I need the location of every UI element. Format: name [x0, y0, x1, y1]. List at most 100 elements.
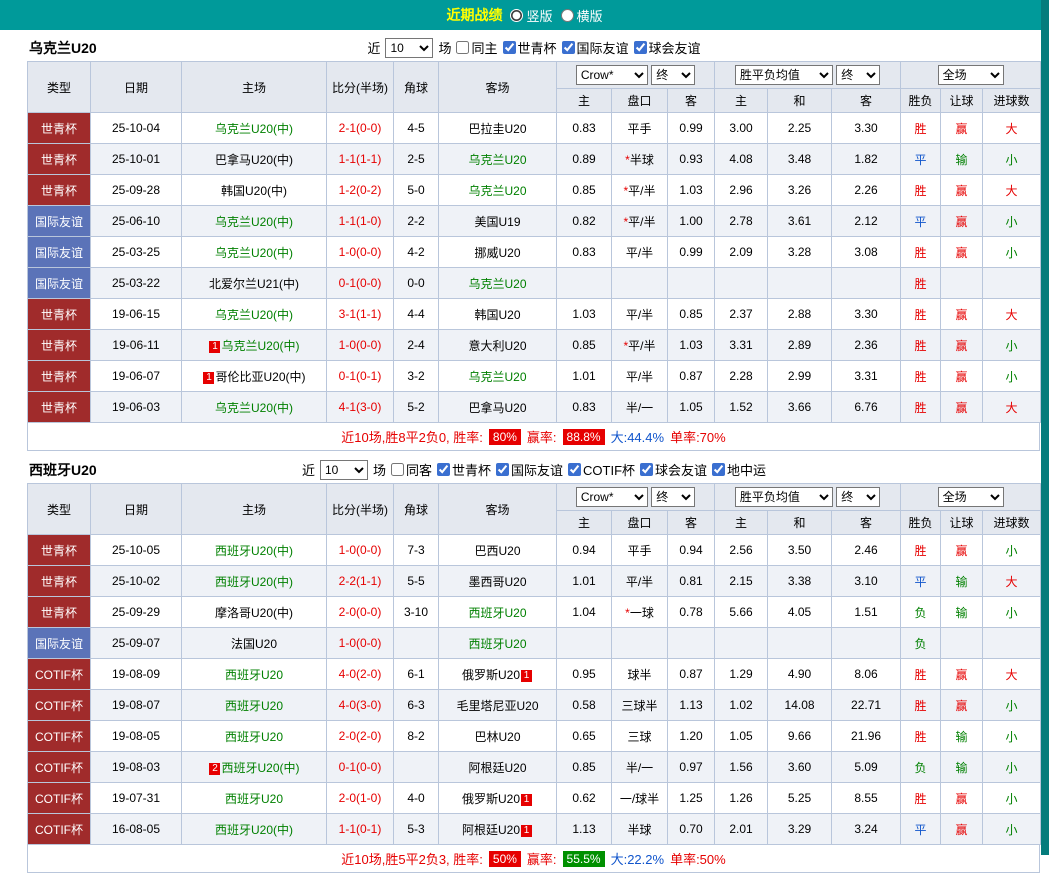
- orientation-radio-vertical[interactable]: 竖版: [510, 6, 552, 25]
- cell-score: 1-2(0-2): [327, 175, 394, 206]
- horizontal-radio-input[interactable]: [561, 9, 574, 22]
- cell-eu-home: 2.37: [715, 299, 768, 330]
- europe-stage-select[interactable]: 终: [836, 65, 880, 85]
- filter-checkbox-1[interactable]: 世青杯: [437, 460, 491, 479]
- filter-checkbox-1[interactable]: 世青杯: [503, 38, 557, 57]
- summary-bar: 近10场,胜8平2负0, 胜率:80%赢率:88.8%大:44.4%单率:70%: [27, 423, 1040, 451]
- filter-checkbox-input[interactable]: [503, 41, 516, 54]
- col-home: 主场: [182, 484, 327, 535]
- match-row: COTIF杯19-08-032西班牙U20(中)0-1(0-0)阿根廷U200.…: [28, 752, 1041, 783]
- cell-result: 胜: [901, 535, 941, 566]
- filter-checkbox-input[interactable]: [391, 463, 404, 476]
- odds-stage-select[interactable]: 终: [651, 487, 695, 507]
- odds-company-select[interactable]: Crow*: [576, 487, 648, 507]
- cell-corner: 3-2: [394, 361, 439, 392]
- filter-checkbox-3[interactable]: COTIF杯: [568, 460, 635, 479]
- cell-handicap-result: 输: [941, 144, 983, 175]
- filter-checkbox-5[interactable]: 地中运: [712, 460, 766, 479]
- filter-checkbox-input[interactable]: [456, 41, 469, 54]
- sub-col-8: 进球数: [983, 89, 1041, 113]
- filter-checkbox-input[interactable]: [562, 41, 575, 54]
- sub-col-7: 让球: [941, 89, 983, 113]
- team-label: 乌克兰U20(中): [215, 401, 293, 415]
- match-row: 世青杯25-10-02西班牙U20(中)2-2(1-1)5-5墨西哥U201.0…: [28, 566, 1041, 597]
- team-label: 巴拿马U20: [468, 401, 526, 415]
- match-count-select[interactable]: 10: [320, 460, 368, 480]
- cell-eu-home: 2.78: [715, 206, 768, 237]
- vertical-radio-input[interactable]: [510, 9, 523, 22]
- cell-eu-draw: 4.05: [768, 597, 832, 628]
- cell-date: 25-09-07: [91, 628, 182, 659]
- odds-company-select[interactable]: Crow*: [576, 65, 648, 85]
- filter-checkbox-4[interactable]: 球会友谊: [640, 460, 707, 479]
- cell-corner: 2-5: [394, 144, 439, 175]
- cell-competition: 世青杯: [28, 361, 91, 392]
- filter-checkbox-label: 球会友谊: [655, 460, 707, 479]
- cell-away-team: 西班牙U20: [439, 628, 557, 659]
- match-row: COTIF杯16-08-05西班牙U20(中)1-1(0-1)5-3阿根廷U20…: [28, 814, 1041, 845]
- europe-odds-select[interactable]: 胜平负均值: [735, 65, 833, 85]
- cell-eu-away: 21.96: [832, 721, 901, 752]
- sub-col-0: 主: [557, 89, 612, 113]
- team-cell-content: 阿根廷U20: [468, 761, 526, 775]
- cell-goals-result: [983, 628, 1041, 659]
- filter-checkbox-0[interactable]: 同客: [391, 460, 432, 479]
- sub-col-2: 客: [668, 511, 715, 535]
- team-label: 乌克兰U20(中): [215, 122, 293, 136]
- sub-col-0: 主: [557, 511, 612, 535]
- cell-result: 胜: [901, 175, 941, 206]
- cell-away-team: 俄罗斯U201: [439, 659, 557, 690]
- filter-checkbox-input[interactable]: [640, 463, 653, 476]
- team-cell-content: 北爱尔兰U21(中): [209, 277, 299, 291]
- team-label: 挪威U20: [474, 246, 520, 260]
- cell-score: 4-0(3-0): [327, 690, 394, 721]
- cell-eu-away: 2.36: [832, 330, 901, 361]
- cell-result: 胜: [901, 113, 941, 144]
- cell-date: 25-10-02: [91, 566, 182, 597]
- europe-odds-select[interactable]: 胜平负均值: [735, 487, 833, 507]
- col-type: 类型: [28, 484, 91, 535]
- cell-away-team: 挪威U20: [439, 237, 557, 268]
- filter-checkbox-2[interactable]: 国际友谊: [496, 460, 563, 479]
- cell-eu-home: 1.29: [715, 659, 768, 690]
- filter-checkbox-0[interactable]: 同主: [456, 38, 497, 57]
- cell-eu-away: 2.46: [832, 535, 901, 566]
- europe-stage-select[interactable]: 终: [836, 487, 880, 507]
- cell-corner: 2-4: [394, 330, 439, 361]
- filter-checkbox-input[interactable]: [437, 463, 450, 476]
- sub-col-2: 客: [668, 89, 715, 113]
- team-label: 北爱尔兰U21(中): [209, 277, 299, 291]
- filter-checkbox-input[interactable]: [568, 463, 581, 476]
- cell-handicap: 三球: [612, 721, 668, 752]
- filter-checkbox-label: 国际友谊: [577, 38, 629, 57]
- handicap-text: 平/半: [626, 308, 653, 322]
- cell-odds-away: 0.78: [668, 597, 715, 628]
- filter-checkbox-2[interactable]: 国际友谊: [562, 38, 629, 57]
- orientation-radio-horizontal[interactable]: 横版: [561, 6, 603, 25]
- scope-select[interactable]: 全场: [938, 487, 1004, 507]
- odds-stage-select[interactable]: 终: [651, 65, 695, 85]
- filter-bar: 近10场同主世青杯国际友谊球会友谊: [367, 38, 700, 58]
- filter-checkbox-input[interactable]: [496, 463, 509, 476]
- match-row: COTIF杯19-08-09西班牙U204-0(2-0)6-1俄罗斯U2010.…: [28, 659, 1041, 690]
- odds-header-group: Crow* 终: [557, 484, 715, 511]
- team-cell-content: 挪威U20: [474, 246, 520, 260]
- cell-result: 负: [901, 597, 941, 628]
- cell-goals-result: 小: [983, 144, 1041, 175]
- cell-home-team: 西班牙U20: [182, 690, 327, 721]
- filter-checkbox-input[interactable]: [712, 463, 725, 476]
- team-label: 西班牙U20: [468, 637, 526, 651]
- filter-checkbox-3[interactable]: 球会友谊: [634, 38, 701, 57]
- scrollbar[interactable]: [1041, 0, 1049, 855]
- cell-odds-away: 1.03: [668, 175, 715, 206]
- match-count-select[interactable]: 10: [385, 38, 433, 58]
- team-label: 俄罗斯U20: [462, 668, 520, 682]
- scope-select[interactable]: 全场: [938, 65, 1004, 85]
- cell-odds-away: 0.85: [668, 299, 715, 330]
- cell-competition: 世青杯: [28, 566, 91, 597]
- filter-checkbox-input[interactable]: [634, 41, 647, 54]
- match-row: 世青杯19-06-111乌克兰U20(中)1-0(0-0)2-4意大利U200.…: [28, 330, 1041, 361]
- cell-odds-home: 0.85: [557, 175, 612, 206]
- cell-home-team: 乌克兰U20(中): [182, 206, 327, 237]
- cell-result: 胜: [901, 299, 941, 330]
